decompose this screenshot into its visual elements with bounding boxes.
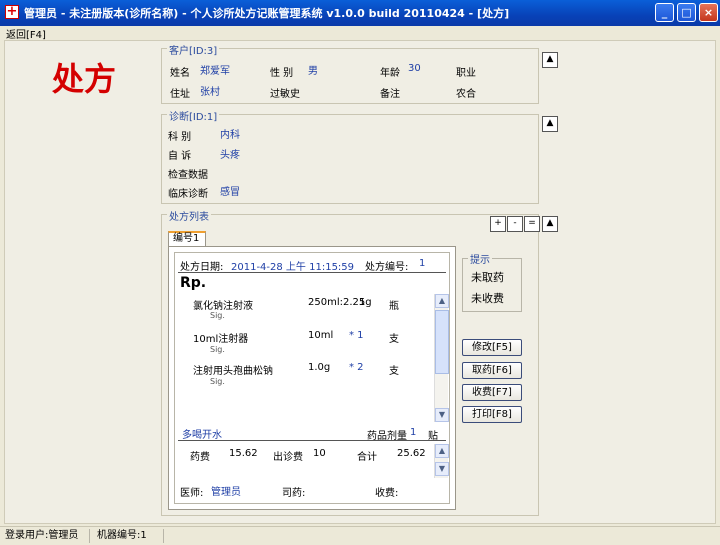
equal-rx-button[interactable]: = xyxy=(524,216,540,232)
name-label: 姓名 xyxy=(170,68,190,79)
drug-qty: * 2 xyxy=(349,362,364,373)
remove-rx-button[interactable]: - xyxy=(507,216,523,232)
drug-qty: * 1 xyxy=(349,330,364,341)
sex-value: 男 xyxy=(308,66,318,77)
scroll-down-icon[interactable]: ▼ xyxy=(435,462,449,476)
drug-fee-label: 药费 xyxy=(190,452,210,463)
address-value: 张村 xyxy=(200,87,220,98)
doctor-label: 医师: xyxy=(180,488,204,499)
tab-rx-1[interactable]: 编号1 xyxy=(168,231,206,247)
drug-qty: 1 xyxy=(359,297,366,308)
drug-name: 氯化钠注射液 xyxy=(193,301,253,312)
rx-list-collapse-button[interactable]: ▲ xyxy=(542,216,558,232)
close-button[interactable]: × xyxy=(699,3,718,22)
hint-box: 提示 未取药 未收费 xyxy=(462,251,522,312)
rx-number-value: 1 xyxy=(419,258,426,269)
drug-name: 注射用头孢曲松钠 xyxy=(193,366,273,377)
visit-fee-value: 10 xyxy=(313,448,326,459)
rx-header-divider xyxy=(178,272,446,273)
name-value: 郑爱军 xyxy=(200,66,230,77)
add-rx-button[interactable]: + xyxy=(490,216,506,232)
title-bar: + 管理员 - 未注册版本(诊所名称) - 个人诊所处方记账管理系统 v1.0.… xyxy=(0,0,720,26)
visit-fee-label: 出诊费 xyxy=(273,452,303,463)
page-heading: 处方 xyxy=(52,60,117,98)
total-value: 25.62 xyxy=(397,448,426,459)
rx-list-caption: 处方列表 xyxy=(167,208,211,223)
age-value: 30 xyxy=(408,63,421,74)
drug-fee-value: 15.62 xyxy=(229,448,258,459)
pharmacist-label: 司药: xyxy=(282,488,306,499)
complaint-label: 自 诉 xyxy=(168,151,192,162)
drug-spec: 10ml xyxy=(308,330,334,341)
drug-usage: Sig. xyxy=(210,377,225,386)
fee-divider xyxy=(178,440,446,441)
fee-scrollbar[interactable]: ▲ ▼ xyxy=(434,444,449,478)
collapse-up-icon: ▲ xyxy=(546,218,554,228)
age-label: 年龄 xyxy=(380,68,400,79)
scroll-up-icon[interactable]: ▲ xyxy=(435,294,449,308)
edit-button[interactable]: 修改[F5] xyxy=(462,339,522,356)
status-user: 登录用户:管理员 xyxy=(2,529,90,543)
sex-label: 性 别 xyxy=(270,68,294,79)
extra-value: 农合 xyxy=(456,89,476,100)
allergy-label: 过敏史 xyxy=(270,89,300,100)
collapse-up-icon: ▲ xyxy=(546,54,554,64)
customer-caption: 客户[ID:3] xyxy=(167,42,220,57)
doctor-value: 管理员 xyxy=(211,487,241,498)
clinical-value: 感冒 xyxy=(220,187,240,198)
scroll-up-icon[interactable]: ▲ xyxy=(435,444,449,458)
dept-value: 内科 xyxy=(220,130,240,141)
clinical-label: 临床诊断 xyxy=(168,189,208,200)
note-label: 备注 xyxy=(380,89,400,100)
print-button[interactable]: 打印[F8] xyxy=(462,406,522,423)
complaint-value: 头疼 xyxy=(220,150,240,161)
drug-name: 10ml注射器 xyxy=(193,334,249,345)
rx-date-value: 2011-4-28 上午 11:15:59 xyxy=(231,262,355,273)
drug-unit: 支 xyxy=(389,334,399,345)
scroll-down-icon[interactable]: ▼ xyxy=(435,408,449,422)
dispense-button[interactable]: 取药[F6] xyxy=(462,362,522,379)
customer-collapse-button[interactable]: ▲ xyxy=(542,52,558,68)
cashier-label: 收费: xyxy=(375,488,399,499)
drug-list-scrollbar[interactable]: ▲ ▼ xyxy=(434,294,449,422)
hint-caption: 提示 xyxy=(468,251,492,266)
advice-text: 多喝开水 xyxy=(182,430,222,441)
dept-label: 科 别 xyxy=(168,132,192,143)
rx-number-label: 处方编号: xyxy=(365,262,409,273)
drug-usage: Sig. xyxy=(210,345,225,354)
back-menu-item[interactable]: 返回[F4] xyxy=(6,26,46,41)
drug-usage: Sig. xyxy=(210,311,225,320)
red-cross-icon: + xyxy=(5,4,19,19)
diagnosis-section: 诊断[ID:1] xyxy=(161,108,539,204)
hint-not-dispensed: 未取药 xyxy=(471,271,504,284)
diagnosis-collapse-button[interactable]: ▲ xyxy=(542,116,558,132)
collapse-up-icon: ▲ xyxy=(546,118,554,128)
rx-date-label: 处方日期: xyxy=(180,262,224,273)
drug-unit: 瓶 xyxy=(389,301,399,312)
menu-bar: 返回[F4] xyxy=(0,26,720,41)
minimize-button[interactable]: _ xyxy=(655,3,674,22)
rp-label: Rp. xyxy=(180,275,207,291)
scroll-thumb[interactable] xyxy=(435,310,449,374)
dose-value: 1 xyxy=(410,427,417,438)
drug-unit: 支 xyxy=(389,366,399,377)
status-bar: 登录用户:管理员 机器编号:1 xyxy=(0,526,720,545)
hint-not-charged: 未收费 xyxy=(471,292,504,305)
status-machine: 机器编号:1 xyxy=(94,529,164,543)
maximize-button[interactable]: □ xyxy=(677,3,696,22)
job-label: 职业 xyxy=(456,68,476,79)
address-label: 住址 xyxy=(170,89,190,100)
charge-button[interactable]: 收费[F7] xyxy=(462,384,522,401)
window-title: 管理员 - 未注册版本(诊所名称) - 个人诊所处方记账管理系统 v1.0.0 … xyxy=(24,7,510,20)
exam-label: 检查数据 xyxy=(168,170,208,181)
drug-spec: 1.0g xyxy=(308,362,331,373)
diagnosis-caption: 诊断[ID:1] xyxy=(167,108,220,123)
total-label: 合计 xyxy=(357,452,377,463)
